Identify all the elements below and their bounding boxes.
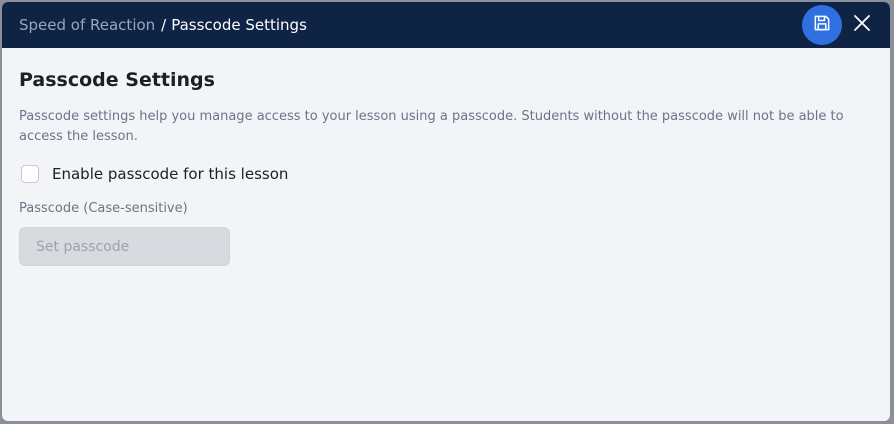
- passcode-input[interactable]: [19, 227, 230, 266]
- enable-passcode-label[interactable]: Enable passcode for this lesson: [52, 165, 288, 183]
- save-button[interactable]: [802, 5, 842, 45]
- enable-passcode-checkbox[interactable]: [21, 165, 39, 183]
- save-icon: [812, 13, 832, 37]
- close-icon: [853, 14, 871, 36]
- breadcrumb-separator: /: [161, 16, 167, 34]
- passcode-settings-dialog: Speed of Reaction / Passcode Settings Pa…: [2, 2, 890, 421]
- passcode-field-label: Passcode (Case-sensitive): [19, 201, 188, 216]
- breadcrumb-parent[interactable]: Speed of Reaction: [19, 16, 155, 34]
- breadcrumb: Speed of Reaction / Passcode Settings: [19, 16, 307, 34]
- dialog-content: Passcode Settings Passcode settings help…: [2, 67, 890, 266]
- enable-passcode-row[interactable]: Enable passcode for this lesson: [21, 163, 873, 185]
- page-title: Passcode Settings: [19, 69, 215, 91]
- dialog-header: Speed of Reaction / Passcode Settings: [2, 2, 890, 48]
- settings-description: Passcode settings help you manage access…: [19, 109, 844, 144]
- close-button[interactable]: [850, 13, 874, 37]
- breadcrumb-current: Passcode Settings: [171, 16, 307, 34]
